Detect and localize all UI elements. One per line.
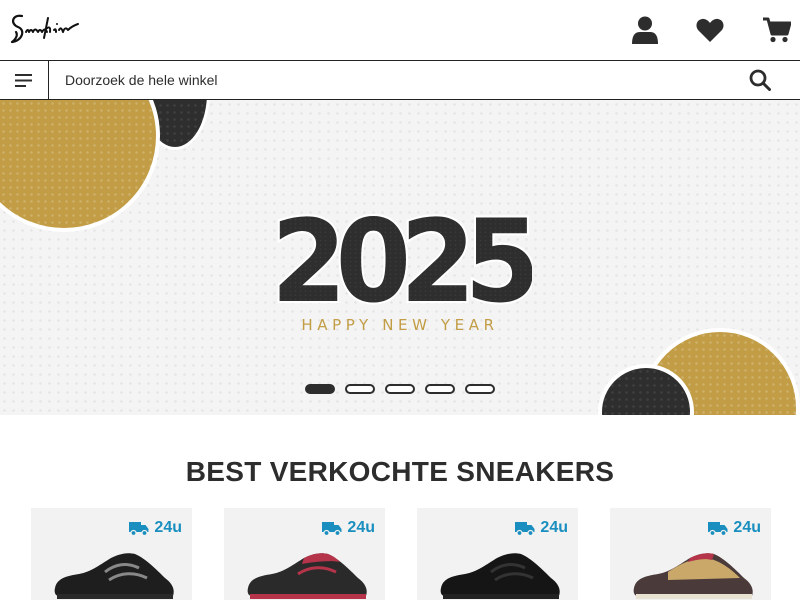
sneaker-image	[633, 553, 753, 599]
delivery-badge: 24u	[129, 519, 182, 537]
delivery-badge: 24u	[515, 519, 568, 537]
delivery-time: 24u	[154, 519, 182, 536]
sneakin-logo[interactable]	[8, 8, 88, 52]
search-bar	[0, 61, 800, 100]
year-graphic: 2025	[269, 200, 532, 312]
product-card[interactable]: 24u	[417, 508, 578, 600]
search-input[interactable]	[50, 61, 740, 99]
carousel-dot-3[interactable]	[385, 384, 415, 394]
carousel-dots	[305, 384, 495, 394]
delivery-badge: 24u	[322, 519, 375, 537]
carousel-dot-5[interactable]	[465, 384, 495, 394]
search-icon	[749, 69, 771, 91]
menu-button[interactable]	[0, 61, 49, 99]
carousel-dot-1[interactable]	[305, 384, 335, 394]
year-text: 2025	[271, 200, 532, 312]
truck-icon	[129, 521, 149, 536]
user-icon	[632, 16, 658, 44]
sneaker-image	[54, 553, 174, 599]
delivery-time: 24u	[733, 519, 761, 536]
truck-icon	[515, 521, 535, 536]
menu-icon	[15, 73, 32, 87]
delivery-time: 24u	[347, 519, 375, 536]
product-card[interactable]: 24u	[31, 508, 192, 600]
delivery-badge: 24u	[708, 519, 761, 537]
hero-banner[interactable]: 2025 HAPPY NEW YEAR	[0, 100, 800, 415]
carousel-dot-4[interactable]	[425, 384, 455, 394]
hero-subtitle: HAPPY NEW YEAR	[301, 316, 499, 334]
search-button[interactable]	[740, 61, 780, 99]
cart-button[interactable]	[759, 12, 795, 48]
account-button[interactable]	[627, 12, 663, 48]
decor-gold-circle-top	[0, 100, 160, 232]
carousel-dot-2[interactable]	[345, 384, 375, 394]
product-card[interactable]: 24u	[610, 508, 771, 600]
wishlist-button[interactable]	[692, 12, 728, 48]
product-card[interactable]: 24u	[224, 508, 385, 600]
section-title: BEST VERKOCHTE SNEAKERS	[185, 456, 615, 487]
site-header	[0, 0, 800, 61]
truck-icon	[322, 521, 342, 536]
delivery-time: 24u	[540, 519, 568, 536]
sneaker-image	[247, 553, 367, 599]
sneaker-image	[440, 553, 560, 599]
cart-icon	[763, 17, 791, 43]
heart-icon	[696, 18, 724, 42]
truck-icon	[708, 521, 728, 536]
